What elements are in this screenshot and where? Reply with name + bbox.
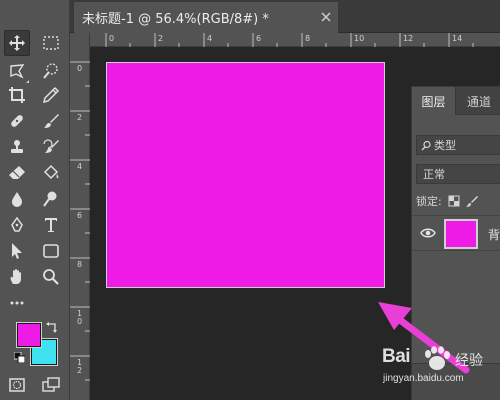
paint-bucket-icon[interactable] xyxy=(38,160,64,186)
eraser-icon[interactable] xyxy=(4,160,30,186)
watermark-suffix: 经验 xyxy=(455,353,483,369)
lock-image-pixels-icon[interactable] xyxy=(465,195,478,207)
lasso-icon[interactable] xyxy=(4,58,30,84)
layer-item-background[interactable]: 背 xyxy=(412,215,500,251)
marquee-icon[interactable] xyxy=(38,30,64,56)
tools-panel xyxy=(0,0,70,400)
ruler-tick-label: 0 xyxy=(109,34,115,43)
document-tab-title: 未标题-1 @ 56.4%(RGB/8#) * xyxy=(82,12,269,27)
ruler-tick-label: 12 xyxy=(403,34,414,43)
dodge-icon[interactable] xyxy=(38,186,64,212)
screen-mode-icon[interactable] xyxy=(38,372,64,398)
ruler-tick-label: 8 xyxy=(77,260,83,269)
type-icon[interactable] xyxy=(38,212,64,238)
ruler-tick-label: 14 xyxy=(452,34,463,43)
layer-thumbnail xyxy=(444,219,478,249)
ruler-tick-label: 4 xyxy=(77,162,83,171)
shape-icon[interactable] xyxy=(38,238,64,264)
blend-mode-select[interactable]: 正常 xyxy=(416,164,500,184)
path-select-icon[interactable] xyxy=(4,238,30,264)
ruler-tick-label: 2 xyxy=(158,34,164,43)
crop-icon[interactable] xyxy=(4,82,30,108)
ruler-tick-label: 1 0 xyxy=(77,309,83,326)
eyedropper-icon[interactable] xyxy=(38,82,64,108)
watermark-brand: Bai xyxy=(382,346,411,367)
ruler-tick-label: 6 xyxy=(256,34,262,43)
baidu-jingyan-watermark: Bai 经验 jingyan.baidu.com xyxy=(380,344,500,400)
more-tools-icon[interactable] xyxy=(4,290,30,316)
blend-mode-value: 正常 xyxy=(423,168,445,181)
move-icon[interactable] xyxy=(4,30,30,56)
default-colors-icon[interactable] xyxy=(14,352,25,363)
search-icon xyxy=(421,140,431,150)
healing-brush-icon[interactable] xyxy=(4,108,30,134)
document-tab-bar: 未标题-1 @ 56.4%(RGB/8#) * xyxy=(70,0,500,33)
zoom-icon[interactable] xyxy=(38,264,64,290)
ruler-tick-label: 6 xyxy=(77,211,83,220)
document-tab[interactable]: 未标题-1 @ 56.4%(RGB/8#) * xyxy=(74,2,338,33)
quick-select-icon[interactable] xyxy=(38,58,64,84)
foreground-color-swatch[interactable] xyxy=(16,322,42,348)
quick-mask-icon[interactable] xyxy=(4,372,30,398)
ruler-tick-label: 10 xyxy=(354,34,365,43)
brush-icon[interactable] xyxy=(38,108,64,134)
layer-name: 背 xyxy=(488,228,500,242)
vertical-ruler[interactable]: 0 2 4 6 8 1 0 1 2 xyxy=(70,33,90,400)
history-brush-icon[interactable] xyxy=(38,134,64,160)
paw-logo-icon xyxy=(425,346,450,370)
ruler-tick-label: 2 xyxy=(77,113,83,122)
ruler-tick-label: 8 xyxy=(305,34,311,43)
lock-label: 锁定: xyxy=(416,195,442,208)
document-canvas[interactable] xyxy=(106,62,385,288)
ruler-tick-label: 4 xyxy=(207,34,213,43)
lock-transparent-pixels-icon[interactable] xyxy=(448,195,460,207)
panel-tab-bar: 图层 通道 xyxy=(412,87,500,115)
ruler-tick-label: 0 xyxy=(77,64,83,73)
tab-layers[interactable]: 图层 xyxy=(412,87,456,115)
layer-filter-label: 类型 xyxy=(434,139,456,152)
swap-colors-icon[interactable] xyxy=(46,321,58,333)
blur-icon[interactable] xyxy=(4,186,30,212)
lock-controls: 锁定: xyxy=(416,191,500,211)
tab-channels[interactable]: 通道 xyxy=(457,87,500,115)
hand-icon[interactable] xyxy=(4,264,30,290)
pen-icon[interactable] xyxy=(4,212,30,238)
layer-filter-select[interactable]: 类型 xyxy=(416,135,500,155)
eye-icon[interactable] xyxy=(420,226,436,240)
ruler-tick-label: 1 2 xyxy=(77,358,83,375)
clone-stamp-icon[interactable] xyxy=(4,134,30,160)
horizontal-ruler[interactable]: 0 2 4 6 8 10 12 14 xyxy=(90,33,500,47)
watermark-url: jingyan.baidu.com xyxy=(383,373,464,384)
close-icon[interactable] xyxy=(320,11,332,23)
